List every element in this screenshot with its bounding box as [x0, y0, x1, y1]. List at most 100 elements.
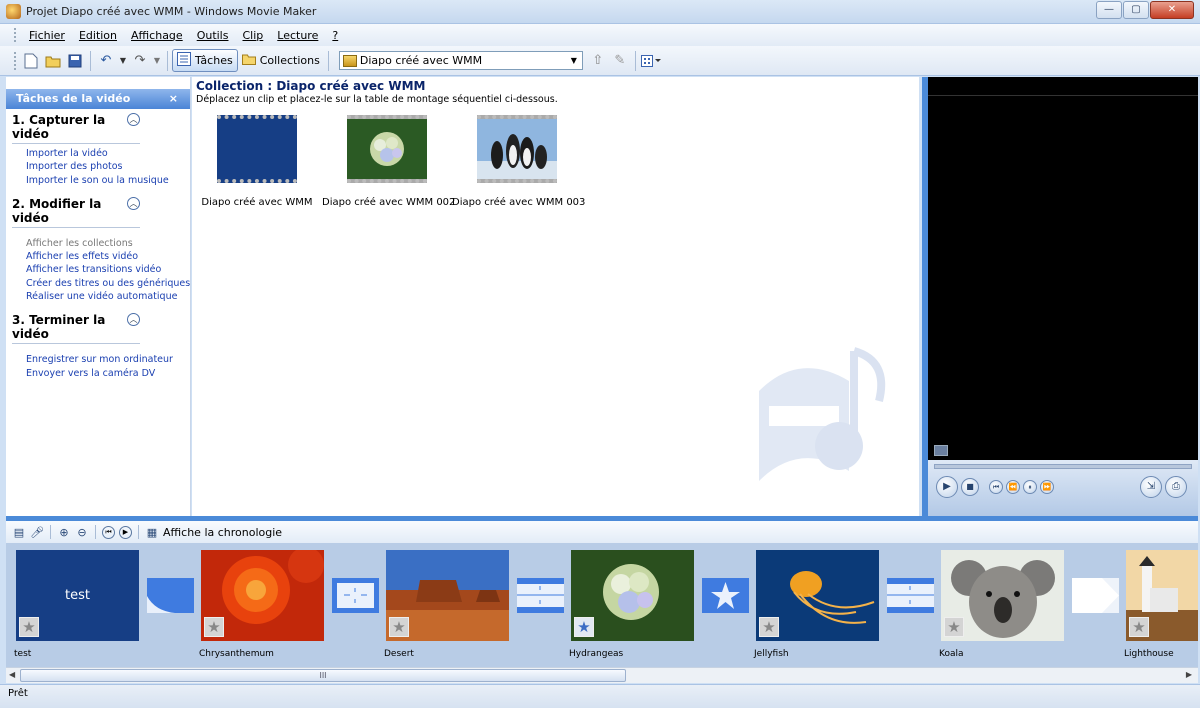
- task-link-import-video[interactable]: Importer la vidéo: [12, 147, 190, 160]
- transition-arrow[interactable]: [1072, 578, 1119, 613]
- snapshot-icon[interactable]: ⎙: [1165, 476, 1187, 498]
- clip-label: Koala: [939, 649, 964, 659]
- collection-dropdown[interactable]: Diapo créé avec WMM ▼: [338, 51, 583, 70]
- collapse-icon[interactable]: ︿: [127, 313, 140, 327]
- forward-icon[interactable]: ⏩: [1040, 480, 1054, 494]
- menu-fichier[interactable]: Fichier: [22, 29, 72, 42]
- effect-star-icon[interactable]: ★: [19, 617, 39, 637]
- open-project-icon[interactable]: [42, 50, 64, 72]
- task-link-import-audio[interactable]: Importer le son ou la musique: [12, 174, 190, 187]
- storyboard-scrollbar[interactable]: ◀ III ▶: [6, 667, 1198, 683]
- redo-dropdown-icon[interactable]: ▼: [151, 50, 163, 72]
- rewind-storyboard-icon[interactable]: ⏮: [102, 525, 115, 539]
- effect-star-icon[interactable]: ★: [204, 617, 224, 637]
- storyboard-toolbar: ▤ 🎤︎ ⊕ ⊖ ⏮ ▶ ▦ Affiche la chronologie: [6, 516, 1198, 543]
- storyboard-view-icon[interactable]: ▤: [10, 523, 28, 541]
- zoom-out-icon[interactable]: ⊖: [73, 523, 91, 541]
- up-level-icon[interactable]: ⇧: [587, 50, 609, 72]
- effect-star-icon[interactable]: ★: [759, 617, 779, 637]
- effect-star-icon[interactable]: ★: [1129, 617, 1149, 637]
- transition-page-curl[interactable]: [147, 578, 194, 613]
- transition-bars[interactable]: [517, 578, 564, 613]
- toolbar-separator: [138, 525, 139, 539]
- collection-subtitle: Déplacez un clip et placez-le sur la tab…: [196, 94, 558, 105]
- collection-clip[interactable]: Diapo créé avec WMM 002: [322, 115, 456, 208]
- transition-zoom[interactable]: [332, 578, 379, 613]
- menu-lecture[interactable]: Lecture: [270, 29, 325, 42]
- new-project-icon[interactable]: [20, 50, 42, 72]
- tasks-icon: [177, 52, 191, 69]
- effect-star-icon[interactable]: ★: [944, 617, 964, 637]
- preview-controls: ▶ ■ ⏮ ⏪ ⏸ ⏩ ⇲ ⎙: [928, 460, 1198, 516]
- views-icon[interactable]: [640, 50, 662, 72]
- preview-status-strip: [928, 442, 1198, 460]
- zoom-in-icon[interactable]: ⊕: [55, 523, 73, 541]
- menu-grip: [14, 28, 17, 42]
- collection-clip[interactable]: Diapo créé avec WMM: [192, 115, 322, 208]
- task-section-edit: 2. Modifier la vidéo ︿ Afficher les coll…: [6, 187, 190, 303]
- task-link-video-transitions[interactable]: Afficher les transitions vidéo: [12, 263, 190, 276]
- rewind-icon[interactable]: ⏪: [1006, 480, 1020, 494]
- menu-affichage[interactable]: Affichage: [124, 29, 190, 42]
- storyboard-clip[interactable]: test ★: [16, 550, 139, 641]
- movie-maker-watermark: [759, 347, 886, 481]
- undo-icon[interactable]: ↶: [95, 50, 117, 72]
- clip-label: test: [14, 649, 32, 659]
- menu-help[interactable]: ?: [325, 29, 345, 42]
- collections-button[interactable]: Collections: [238, 49, 324, 72]
- pause-icon[interactable]: ⏸: [1023, 480, 1037, 494]
- timeline-icon[interactable]: ▦: [143, 523, 161, 541]
- tasks-button[interactable]: Tâches: [172, 49, 238, 72]
- split-clip-icon[interactable]: ⇲: [1140, 476, 1162, 498]
- scroll-right-icon[interactable]: ▶: [1186, 670, 1192, 679]
- minimize-button[interactable]: —: [1096, 1, 1122, 19]
- status-bar: Prêt: [0, 684, 1200, 708]
- app-icon: [6, 4, 21, 19]
- save-icon[interactable]: [64, 50, 86, 72]
- previous-frame-icon[interactable]: ⏮: [989, 480, 1003, 494]
- storyboard-clip[interactable]: ★: [571, 550, 694, 641]
- close-icon[interactable]: ×: [169, 89, 178, 109]
- seek-bar[interactable]: [934, 464, 1192, 469]
- scrollbar-thumb[interactable]: III: [20, 669, 626, 682]
- storyboard-clip[interactable]: ★: [1126, 550, 1198, 641]
- chevron-down-icon: ▼: [570, 56, 577, 65]
- transition-star[interactable]: [702, 578, 749, 613]
- close-button[interactable]: ✕: [1150, 1, 1194, 19]
- menu-outils[interactable]: Outils: [190, 29, 236, 42]
- menu-bar: Fichier Edition Affichage Outils Clip Le…: [0, 24, 1200, 46]
- tasks-label: Tâches: [195, 54, 233, 67]
- menu-clip[interactable]: Clip: [235, 29, 270, 42]
- task-link-send-dv[interactable]: Envoyer vers la caméra DV: [12, 367, 190, 380]
- clip-name: Diapo créé avec WMM 002: [322, 197, 456, 208]
- task-link-save-computer[interactable]: Enregistrer sur mon ordinateur: [12, 353, 190, 366]
- menu-edition[interactable]: Edition: [72, 29, 124, 42]
- redo-icon[interactable]: ↷: [129, 50, 151, 72]
- status-text: Prêt: [8, 688, 28, 699]
- storyboard-clip[interactable]: ★: [201, 547, 324, 641]
- storyboard-clip[interactable]: ★: [941, 550, 1064, 641]
- play-storyboard-icon[interactable]: ▶: [119, 525, 132, 539]
- task-link-video-effects[interactable]: Afficher les effets vidéo: [12, 250, 190, 263]
- clip-label: Chrysanthemum: [199, 649, 274, 659]
- collapse-icon[interactable]: ︿: [127, 196, 140, 210]
- maximize-button[interactable]: ▢: [1123, 1, 1149, 19]
- collapse-icon[interactable]: ︿: [127, 113, 140, 126]
- narration-icon[interactable]: 🎤︎: [28, 523, 46, 541]
- transition-bars[interactable]: [887, 578, 934, 613]
- effect-star-icon[interactable]: ★: [389, 617, 409, 637]
- new-collection-icon[interactable]: ✎: [609, 50, 631, 72]
- undo-dropdown-icon[interactable]: ▼: [117, 50, 129, 72]
- effect-star-icon[interactable]: ★: [574, 617, 594, 637]
- task-link-automovie[interactable]: Réaliser une vidéo automatique: [12, 290, 190, 303]
- show-timeline-link[interactable]: Affiche la chronologie: [163, 526, 282, 539]
- task-link-titles-credits[interactable]: Créer des titres ou des génériques: [12, 277, 190, 290]
- storyboard-clip[interactable]: ★: [386, 550, 509, 641]
- collection-clip[interactable]: Diapo créé avec WMM 003: [452, 115, 585, 208]
- task-link-import-photos[interactable]: Importer des photos: [12, 160, 190, 173]
- play-icon[interactable]: ▶: [936, 476, 958, 498]
- storyboard-clip[interactable]: ★: [756, 550, 879, 641]
- collections-label: Collections: [259, 54, 320, 67]
- stop-icon[interactable]: ■: [961, 478, 979, 496]
- scroll-left-icon[interactable]: ◀: [9, 670, 15, 679]
